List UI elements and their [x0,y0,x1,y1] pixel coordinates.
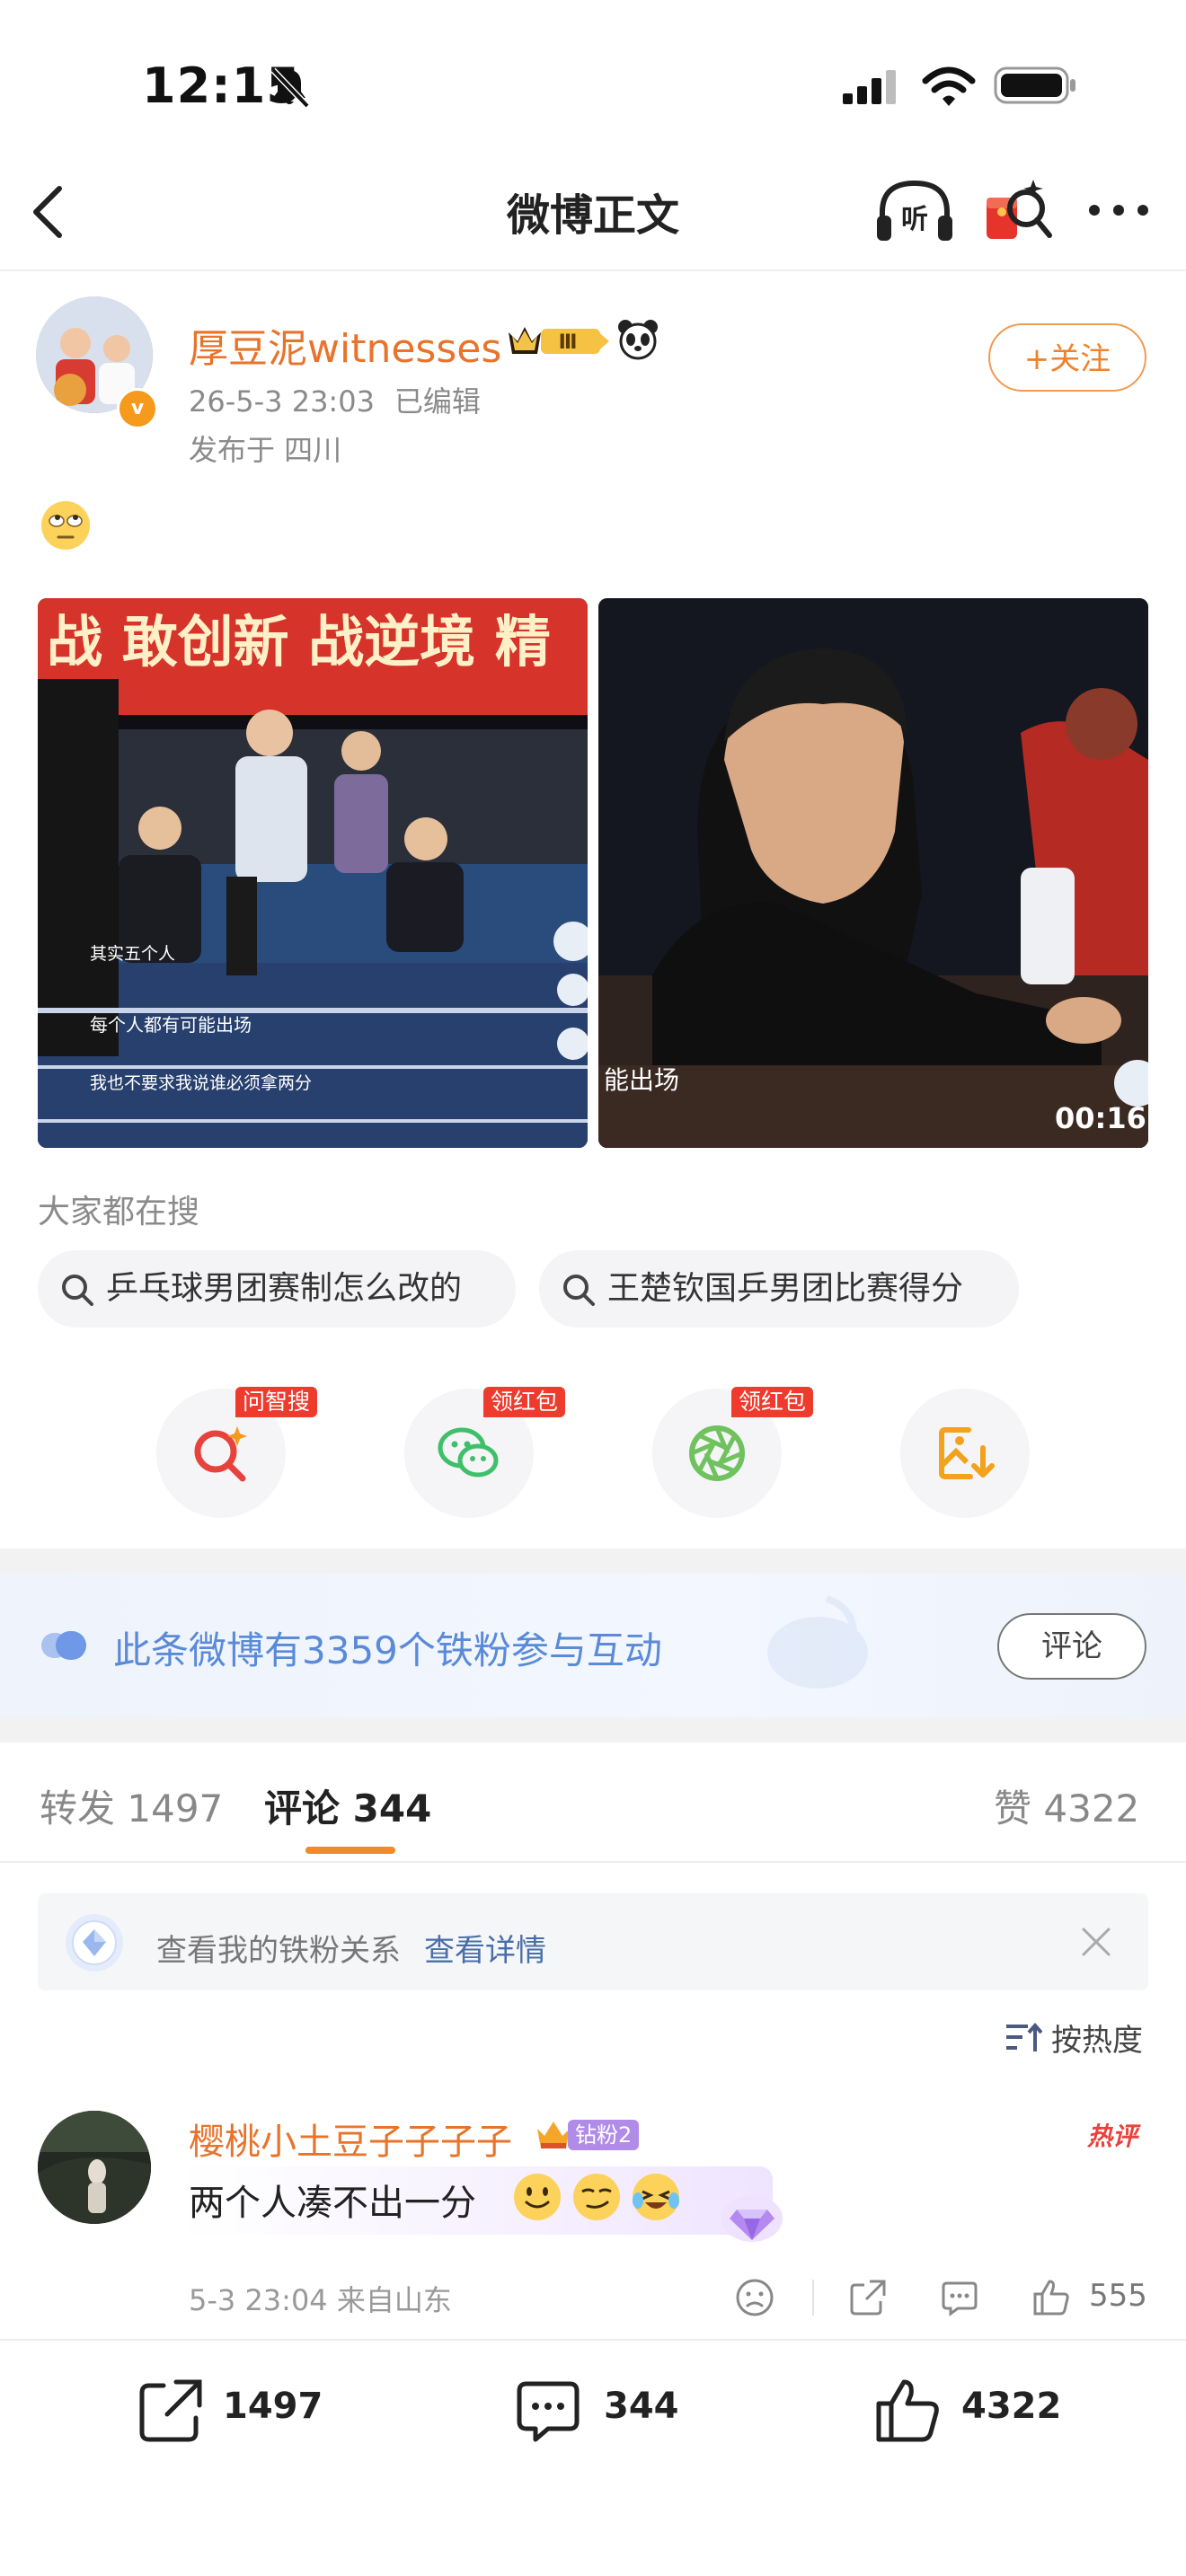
save-image-icon [939,1427,995,1479]
ai-search-icon [194,1426,247,1482]
tab-likes[interactable]: 赞 4322 [994,1778,1139,1833]
dislike-face-icon[interactable] [735,2278,774,2317]
search-chip[interactable]: 乒乓球男团赛制怎么改的 [38,1250,516,1328]
diamond-gem-icon [721,2195,783,2242]
section-separator [0,1717,1186,1742]
comment-button[interactable]: 评论 [997,1613,1146,1680]
search-chip-label: 王楚钦国乒男团比赛得分 [607,1270,964,1307]
view-details-link[interactable]: 查看详情 [424,1926,546,1970]
video-duration: 00:16 [1055,1101,1146,1135]
active-tab-indicator [305,1847,395,1854]
search-icon [563,1275,595,1306]
fan-interaction-text: 此条微博有3359个铁粉参与互动 [113,1628,662,1672]
panda-icon [618,320,658,360]
bell-muted-icon [270,67,310,109]
laugh-cry-emoji-icon [633,2174,679,2220]
smile-emoji-icon [514,2174,561,2220]
post-edited: 已编辑 [394,384,481,419]
wifi-icon [922,66,976,106]
wechat-icon [438,1427,499,1478]
fan-relation-text: 查看我的铁粉关系 [156,1933,401,1969]
action-separator [812,2280,814,2316]
promo-tag: 领红包 [483,1387,566,1417]
svg-text:我也不要求我说谁必须拿两分: 我也不要求我说谁必须拿两分 [90,1072,312,1093]
repost-count[interactable]: 1497 [223,2386,323,2427]
back-icon[interactable] [27,183,72,241]
author-name[interactable]: 厚豆泥witnesses [189,316,501,374]
post-time: 26-5-3 23:03 [189,384,375,419]
like-thumb-icon[interactable] [1031,2278,1071,2317]
verified-badge-icon: v [117,388,158,429]
sort-icon[interactable] [1005,2021,1042,2053]
promo-tag: 问智搜 [235,1387,318,1417]
trending-search-header: 大家都在搜 [38,1194,200,1231]
tab-reposts-count: 1497 [127,1786,224,1831]
bottom-bar-divider [0,2339,1186,2341]
watermark-icon [767,1595,868,1689]
svg-text:热评: 热评 [1086,2122,1141,2151]
comment-count[interactable]: 344 [604,2386,679,2427]
hot-comment-badge: 热评 [1086,2122,1141,2151]
tab-comments-label: 评论 [264,1786,341,1831]
svg-text:Ⅲ: Ⅲ [559,331,578,354]
reply-comment-icon[interactable] [940,2278,979,2317]
save-image-button[interactable] [900,1389,1030,1518]
battery-icon [994,66,1075,104]
svg-text:听: 听 [901,204,928,235]
commenter-avatar[interactable] [38,2111,151,2224]
diamond-icon [66,1914,123,1972]
like-icon[interactable] [873,2377,942,2445]
nav-divider [0,269,1186,271]
section-separator [0,1548,1186,1574]
listen-headphones-icon[interactable]: 听 [873,176,956,248]
vip-crown-badge-icon: Ⅲ [509,327,609,354]
comment-text: 两个人凑不出一分 [189,2183,476,2224]
post-video-thumbnail[interactable]: 能出场 [598,598,1148,1148]
close-icon[interactable] [1078,1924,1114,1960]
post-location: 发布于 四川 [189,433,342,467]
svg-text:战 敢创新 战逆境 精: 战 敢创新 战逆境 精 [47,609,551,675]
smirk-emoji-icon [573,2174,620,2220]
moments-aperture-icon [689,1425,745,1481]
post-meta: 26-5-3 23:03 已编辑 [189,379,500,420]
search-icon [62,1275,93,1306]
tab-reposts[interactable]: 转发 1497 [40,1778,223,1833]
eye-roll-emoji-icon [41,501,90,550]
comment-like-count: 555 [1089,2278,1147,2314]
tab-reposts-label: 转发 [40,1786,116,1831]
svg-text:其实五个人: 其实五个人 [90,944,175,964]
svg-text:每个人都有可能出场: 每个人都有可能出场 [90,1014,252,1036]
tab-comments-count: 344 [352,1786,432,1831]
post-image-1[interactable]: 战 敢创新 战逆境 精 其实五个人 每个人都有可能出场 我也不要求我说谁必须拿两… [38,598,588,1148]
sort-by-hot[interactable]: 按热度 [1051,2016,1143,2060]
tab-divider [0,1861,1186,1863]
like-count[interactable]: 4322 [961,2386,1061,2427]
repost-icon[interactable] [137,2377,205,2445]
search-chip[interactable]: 王楚钦国乒男团比赛得分 [539,1250,1019,1328]
svg-text:能出场: 能出场 [604,1065,679,1095]
more-options-icon[interactable] [1085,199,1152,221]
comment-time-location: 5-3 23:04 来自山东 [189,2283,452,2317]
fan-level-badge: 钻粉2 [568,2120,640,2150]
cellular-signal-icon [843,70,896,104]
search-chip-label: 乒乓球男团赛制怎么改的 [106,1270,463,1307]
comment-icon[interactable] [514,2377,582,2445]
tab-likes-count: 4322 [1043,1786,1140,1831]
promo-tag: 领红包 [731,1387,814,1417]
fan-badge-icon [41,1631,86,1660]
tab-comments[interactable]: 评论 344 [264,1778,431,1833]
red-packet-search-icon[interactable] [981,172,1053,248]
tab-likes-label: 赞 [994,1786,1032,1831]
follow-button[interactable]: +关注 [988,323,1146,392]
commenter-name[interactable]: 樱桃小土豆子子子子 [189,2113,512,2165]
share-comment-icon[interactable] [848,2278,888,2317]
